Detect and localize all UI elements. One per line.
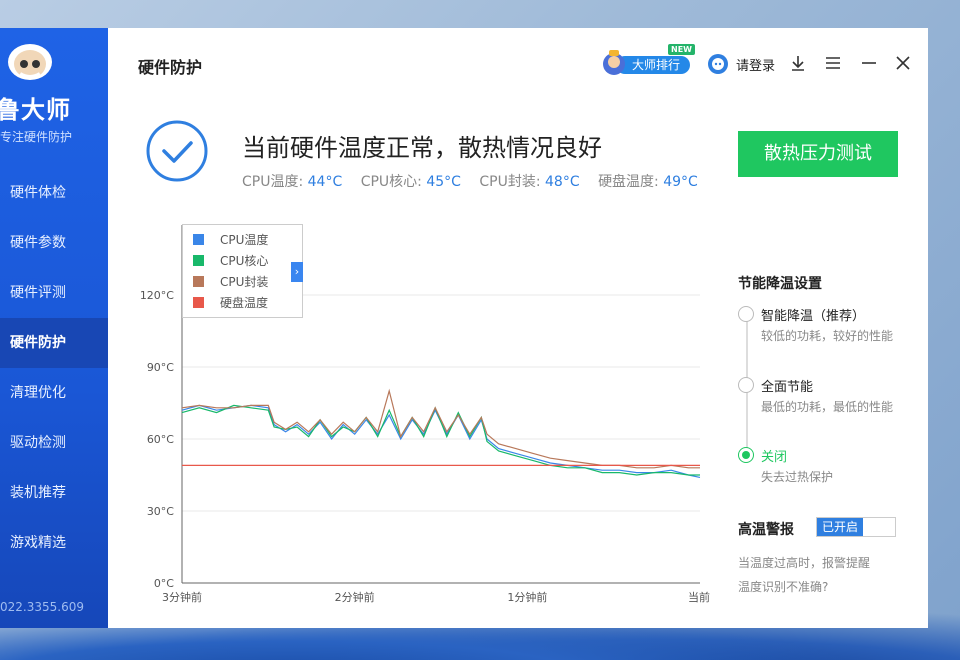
- sidebar-item-hardware-protection[interactable]: 硬件防护: [0, 318, 108, 368]
- temperature-summary: CPU温度: 44°C CPU核心: 45°C CPU封装: 48°C 硬盘温度…: [242, 171, 712, 191]
- option-off-desc: 失去过热保护: [761, 470, 834, 484]
- toggle-on-label: 已开启: [817, 518, 863, 536]
- y-tick-label: 0°C: [154, 577, 174, 590]
- new-tag: NEW: [668, 44, 695, 55]
- brand-name: 鲁大师: [0, 96, 71, 124]
- sidebar-item-hardware-benchmark[interactable]: 硬件评测: [0, 268, 108, 318]
- y-tick-label: 30°C: [147, 505, 174, 518]
- option-full-saving-desc: 最低的功耗，最低的性能: [761, 400, 894, 414]
- legend-item-disk-temp[interactable]: 硬盘温度: [183, 292, 302, 313]
- legend-item-cpu-core[interactable]: CPU核心: [183, 250, 302, 271]
- radio-smart-cooling[interactable]: [738, 306, 754, 322]
- x-tick-label: 1分钟前: [507, 590, 547, 604]
- option-smart-cooling-label: 智能降温（推荐）: [761, 309, 866, 324]
- option-smart-cooling-desc: 较低的功耗，较好的性能: [761, 329, 894, 343]
- legend-swatch: [193, 276, 204, 287]
- legend-swatch: [193, 255, 204, 266]
- legend-swatch: [193, 297, 204, 308]
- rank-label: 大师排行: [616, 56, 690, 74]
- sidebar-item-driver-check[interactable]: 驱动检测: [0, 418, 108, 468]
- x-tick-label: 当前: [688, 590, 710, 604]
- stress-test-button[interactable]: 散热压力测试: [738, 131, 898, 177]
- download-icon[interactable]: [789, 54, 807, 72]
- close-icon[interactable]: [894, 54, 912, 72]
- user-avatar-icon: [708, 54, 728, 74]
- high-temp-alarm-toggle[interactable]: 已开启: [816, 517, 896, 537]
- trophy-avatar-icon: [603, 50, 625, 75]
- legend-item-cpu-temp[interactable]: CPU温度: [183, 229, 302, 250]
- alarm-description: 当温度过高时，报警提醒: [738, 556, 871, 570]
- ludashi-logo-icon: [8, 44, 52, 80]
- login-button[interactable]: 请登录: [708, 54, 775, 74]
- radio-off[interactable]: [738, 447, 754, 463]
- legend-collapse-toggle[interactable]: ›: [291, 262, 303, 282]
- temp-item-cpu-core: CPU核心: 45°C: [360, 174, 461, 190]
- option-full-saving-label: 全面节能: [761, 380, 814, 395]
- legend-item-cpu-package[interactable]: CPU封装: [183, 271, 302, 292]
- minimize-icon[interactable]: [860, 54, 878, 72]
- cooling-settings-title: 节能降温设置: [738, 276, 822, 292]
- series-line-cpu-package: [181, 388, 700, 469]
- sidebar: 鲁大师 专注硬件防护 硬件体检 硬件参数 硬件评测 硬件防护 清理优化 驱动检测…: [0, 28, 108, 628]
- series-line-cpu-core: [181, 404, 700, 476]
- main-window: 硬件防护 大师排行 NEW 请登录 当前硬件温度正常，散热情况良好 CPU温度:…: [108, 28, 928, 628]
- chart-legend: CPU温度 CPU核心 CPU封装 硬盘温度: [182, 224, 303, 318]
- menu-icon[interactable]: [824, 54, 842, 72]
- sidebar-nav: 硬件体检 硬件参数 硬件评测 硬件防护 清理优化 驱动检测 装机推荐 游戏精选: [0, 168, 108, 568]
- brand-subtitle: 专注硬件防护: [0, 130, 73, 144]
- status-ok-icon: [146, 120, 208, 182]
- temp-item-cpu-package: CPU封装: 48°C: [479, 174, 580, 190]
- login-label: 请登录: [736, 58, 776, 74]
- option-off-label: 关闭: [761, 450, 788, 465]
- y-tick-label: 120°C: [140, 289, 174, 302]
- radio-full-saving[interactable]: [738, 377, 754, 393]
- sidebar-item-build-recommend[interactable]: 装机推荐: [0, 468, 108, 518]
- temp-item-disk: 硬盘温度: 49°C: [598, 174, 698, 190]
- temp-item-cpu: CPU温度: 44°C: [242, 174, 343, 190]
- support-phone: 022.3355.609: [0, 600, 84, 614]
- x-tick-label: 2分钟前: [335, 590, 375, 604]
- series-line-cpu-temp: [181, 404, 701, 478]
- legend-swatch: [193, 234, 204, 245]
- sidebar-item-games[interactable]: 游戏精选: [0, 518, 108, 568]
- y-tick-label: 60°C: [147, 433, 174, 446]
- sidebar-item-cleanup[interactable]: 清理优化: [0, 368, 108, 418]
- status-headline: 当前硬件温度正常，散热情况良好: [242, 134, 602, 162]
- y-tick-label: 90°C: [147, 361, 174, 374]
- sidebar-item-hardware-check[interactable]: 硬件体检: [0, 168, 108, 218]
- temp-inaccurate-link[interactable]: 温度识别不准确?: [738, 578, 828, 595]
- sidebar-item-hardware-params[interactable]: 硬件参数: [0, 218, 108, 268]
- high-temp-alarm-label: 高温警报: [738, 522, 794, 538]
- master-rank-button[interactable]: 大师排行 NEW: [602, 44, 695, 78]
- page-title: 硬件防护: [138, 58, 203, 77]
- x-tick-label: 3分钟前: [162, 590, 202, 604]
